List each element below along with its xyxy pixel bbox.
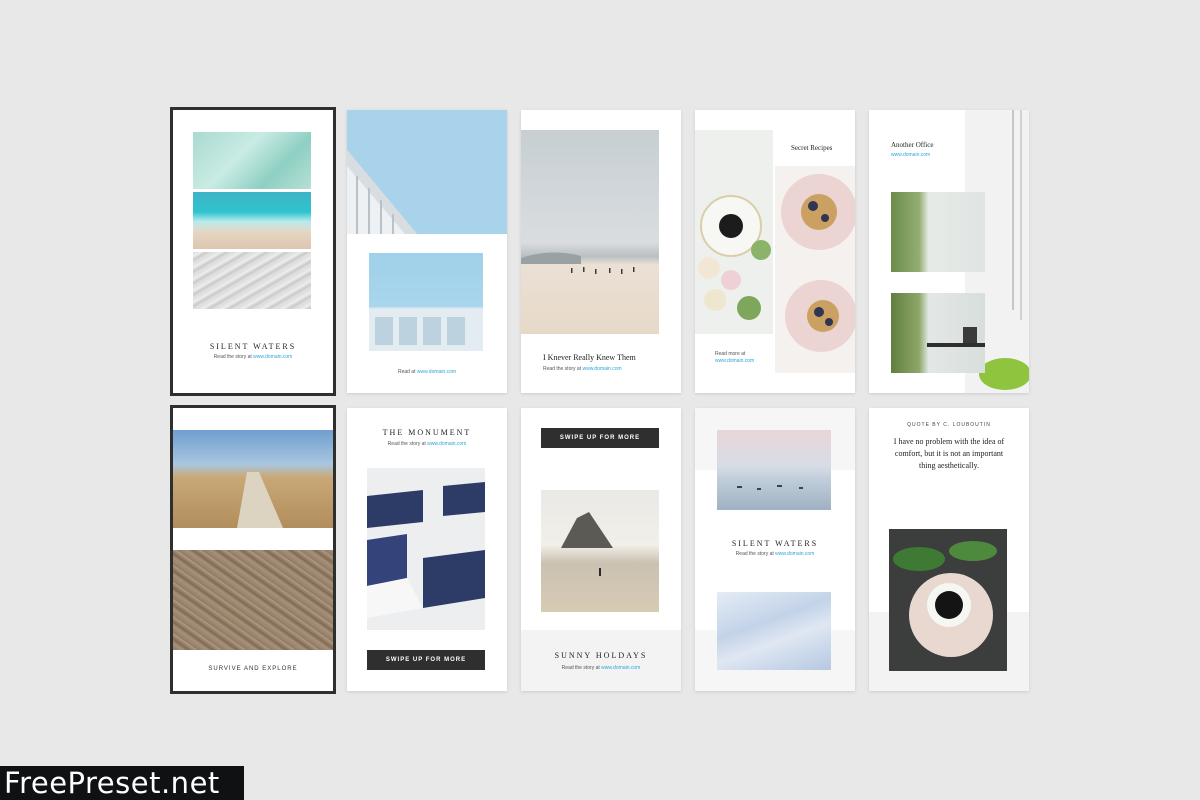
beach-photo — [521, 130, 659, 334]
snow-dunes-photo — [717, 592, 831, 670]
read-story-line: Read the story at www.domain.com — [173, 354, 333, 360]
story-link[interactable]: www.domain.com — [601, 665, 640, 671]
footer-band — [521, 630, 681, 691]
card-title: I Knever Really Knew Them — [543, 353, 636, 362]
story-card-monument[interactable]: THE MONUMENT Read the story at www.domai… — [347, 408, 507, 691]
story-card-beach[interactable]: I Knever Really Knew Them Read the story… — [521, 110, 681, 393]
building-illustration — [347, 150, 417, 234]
story-card-recipes[interactable]: Secret Recipes Read more at www.domain.c… — [695, 110, 855, 393]
read-more-link[interactable]: www.domain.com — [715, 358, 754, 364]
card-title: SILENT WATERS — [209, 342, 297, 351]
table-illustration — [698, 195, 771, 320]
plates-illustration — [781, 174, 855, 352]
water-photo — [193, 132, 311, 189]
office-desk-photo — [891, 293, 985, 373]
story-card-quote[interactable]: QUOTE BY C. LOUBOUTIN I have no problem … — [869, 408, 1029, 691]
card-title: Secret Recipes — [791, 144, 833, 152]
read-story-line: Read the story at www.domain.com — [695, 551, 855, 557]
card-title: Another Office — [891, 141, 934, 149]
grass-path-photo — [173, 430, 333, 528]
card-title: SURVIVE AND EXPLORE — [208, 666, 298, 672]
read-line: Read at www.domain.com — [347, 369, 507, 375]
rock-silhouette — [561, 512, 613, 576]
path-illustration — [237, 472, 283, 528]
harbor-photo — [717, 430, 831, 510]
story-card-silent-waters[interactable]: SILENT WATERS Read the story at www.doma… — [173, 110, 333, 393]
story-link[interactable]: www.domain.com — [417, 369, 456, 375]
read-more-label: Read more at — [715, 351, 746, 357]
read-prefix: Read the story at — [387, 441, 426, 447]
sea-rock-photo — [541, 490, 659, 612]
beach-people — [521, 252, 635, 274]
swipe-up-button[interactable]: SWIPE UP FOR MORE — [367, 650, 485, 670]
office-plant-photo — [891, 192, 985, 272]
card-link[interactable]: www.domain.com — [891, 152, 930, 158]
coffee-illustration — [893, 541, 997, 657]
monument-blocks — [367, 482, 485, 618]
card-title: THE MONUMENT — [382, 428, 472, 437]
read-story-line: Read the story at www.domain.com — [347, 441, 507, 447]
story-link[interactable]: www.domain.com — [582, 366, 621, 372]
cracked-earth-photo — [173, 550, 333, 650]
read-story-line: Read the story at www.domain.com — [521, 665, 681, 671]
read-prefix: Read the story at — [213, 354, 252, 360]
desk-illustration — [927, 327, 985, 347]
read-story-line: Read the story at www.domain.com — [543, 366, 622, 372]
story-link[interactable]: www.domain.com — [253, 354, 292, 360]
quote-text: I have no problem with the idea of comfo… — [893, 437, 1005, 470]
story-card-silent-waters-2[interactable]: SILENT WATERS Read the story at www.doma… — [695, 408, 855, 691]
card-title: SILENT WATERS — [731, 539, 819, 548]
sand-texture-photo — [193, 252, 311, 309]
facade-windows — [369, 309, 483, 351]
coffee-plant-photo — [889, 529, 1007, 671]
story-card-architecture[interactable]: Read at www.domain.com — [347, 110, 507, 393]
waffle-plates-photo — [775, 166, 855, 373]
facade-photo — [369, 253, 483, 351]
story-card-office[interactable]: Another Office www.domain.com — [869, 110, 1029, 393]
monument-photo — [367, 468, 485, 630]
story-card-sunny[interactable]: SWIPE UP FOR MORE SUNNY HOLDAYS Read the… — [521, 408, 681, 691]
quote-byline: QUOTE BY C. LOUBOUTIN — [907, 422, 991, 428]
story-link[interactable]: www.domain.com — [427, 441, 466, 447]
card-title: SUNNY HOLDAYS — [554, 651, 648, 660]
read-prefix: Read the story at — [561, 665, 600, 671]
watermark-banner: FreePreset.net — [0, 766, 244, 800]
aerial-beach-photo — [193, 192, 311, 249]
macaron-table-photo — [695, 130, 773, 334]
sky-building-photo — [347, 110, 507, 234]
read-prefix: Read the story at — [735, 551, 774, 557]
story-card-survive[interactable]: SURVIVE AND EXPLORE — [173, 408, 333, 691]
boats — [737, 485, 803, 490]
swipe-up-button[interactable]: SWIPE UP FOR MORE — [541, 428, 659, 448]
story-link[interactable]: www.domain.com — [775, 551, 814, 557]
read-prefix: Read at — [397, 369, 416, 375]
read-prefix: Read the story at — [543, 366, 582, 372]
